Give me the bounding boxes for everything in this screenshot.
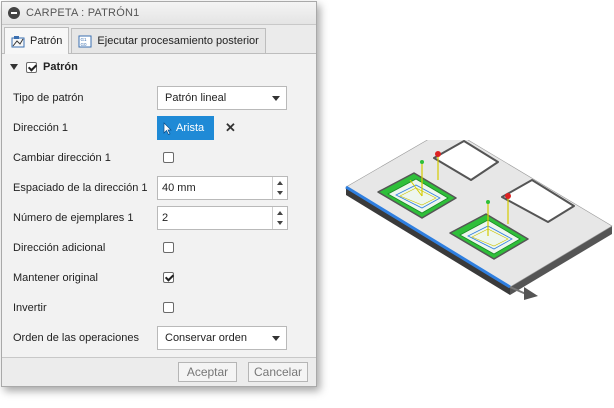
section-enable-checkbox[interactable] (26, 61, 37, 73)
row-orden-operaciones: Orden de las operaciones Conservar orden (2, 323, 316, 353)
invert-checkbox[interactable] (163, 302, 174, 313)
accept-button[interactable]: Aceptar (178, 362, 237, 382)
spin-down-icon[interactable] (273, 218, 287, 229)
keep-original-checkbox[interactable] (163, 272, 174, 283)
dialog-title: CARPETA : PATRÓN1 (26, 7, 140, 19)
row-direccion-adicional: Dirección adicional (2, 233, 316, 263)
svg-text:G0: G0 (81, 42, 88, 47)
row-mantener-original: Mantener original (2, 263, 316, 293)
instance-count-stepper (272, 207, 287, 229)
row-espaciado: Espaciado de la dirección 1 40 mm (2, 173, 316, 203)
cursor-arrow-icon (163, 121, 172, 135)
spacing-input[interactable]: 40 mm (157, 176, 288, 200)
collapse-icon[interactable] (8, 7, 20, 19)
instance-count-value: 2 (162, 212, 169, 224)
dropdown-arrow-icon (272, 336, 280, 341)
section-header-patron[interactable]: Patrón (2, 54, 316, 80)
label-cambiar-direccion: Cambiar dirección 1 (13, 152, 111, 164)
dialog-footer: Aceptar Cancelar (2, 357, 316, 386)
post-process-icon: G1 G0 (78, 35, 92, 47)
row-ejemplares: Número de ejemplares 1 2 (2, 203, 316, 233)
label-invertir: Invertir (13, 302, 47, 314)
section-title: Patrón (43, 61, 78, 73)
model-viewport[interactable] (338, 140, 614, 310)
spin-up-icon[interactable] (273, 207, 287, 218)
label-mantener-original: Mantener original (13, 272, 98, 284)
label-ejemplares: Número de ejemplares 1 (13, 212, 134, 224)
row-invertir: Invertir (2, 293, 316, 323)
title-bar: CARPETA : PATRÓN1 (2, 2, 316, 25)
row-tipo-patron: Tipo de patrón Patrón lineal (2, 83, 316, 113)
flip-direction-checkbox[interactable] (163, 152, 174, 163)
field-list: Tipo de patrón Patrón lineal Dirección 1… (2, 80, 316, 353)
label-direccion-adicional: Dirección adicional (13, 242, 106, 254)
chevron-down-icon[interactable] (10, 64, 18, 70)
pattern-icon (11, 35, 25, 47)
tab-patron-label: Patrón (30, 35, 63, 47)
label-tipo-patron: Tipo de patrón (13, 92, 84, 104)
spin-down-icon[interactable] (273, 188, 287, 199)
row-direccion1: Dirección 1 Arista ✕ (2, 113, 316, 143)
tab-post-process-label: Ejecutar procesamiento posterior (97, 35, 259, 47)
pattern-type-value: Patrón lineal (165, 92, 227, 104)
label-espaciado: Espaciado de la dirección 1 (13, 182, 148, 194)
tab-patron[interactable]: Patrón (4, 27, 70, 54)
direction1-controls: Arista ✕ (157, 116, 236, 140)
dropdown-arrow-icon (272, 96, 280, 101)
spacing-value: 40 mm (162, 182, 196, 194)
label-direccion1: Dirección 1 (13, 122, 69, 134)
instance-count-input[interactable]: 2 (157, 206, 288, 230)
pattern-type-select[interactable]: Patrón lineal (157, 86, 287, 110)
direction-arrow-icon[interactable] (509, 286, 538, 300)
clear-selection-close-icon[interactable]: ✕ (225, 120, 236, 136)
additional-direction-checkbox[interactable] (163, 242, 174, 253)
edge-select-button[interactable]: Arista (157, 116, 214, 140)
tab-strip: Patrón G1 G0 Ejecutar procesamiento post… (2, 25, 316, 54)
spin-up-icon[interactable] (273, 177, 287, 188)
cancel-button[interactable]: Cancelar (248, 362, 308, 382)
label-orden-operaciones: Orden de las operaciones (13, 332, 139, 344)
pattern-dialog: CARPETA : PATRÓN1 Patrón G1 G0 Ejecutar … (1, 1, 317, 387)
row-cambiar-direccion: Cambiar dirección 1 (2, 143, 316, 173)
edge-select-label: Arista (176, 122, 205, 134)
operation-order-value: Conservar orden (165, 332, 247, 344)
spacing-stepper (272, 177, 287, 199)
operation-order-select[interactable]: Conservar orden (157, 326, 287, 350)
tab-post-process[interactable]: G1 G0 Ejecutar procesamiento posterior (71, 28, 266, 53)
